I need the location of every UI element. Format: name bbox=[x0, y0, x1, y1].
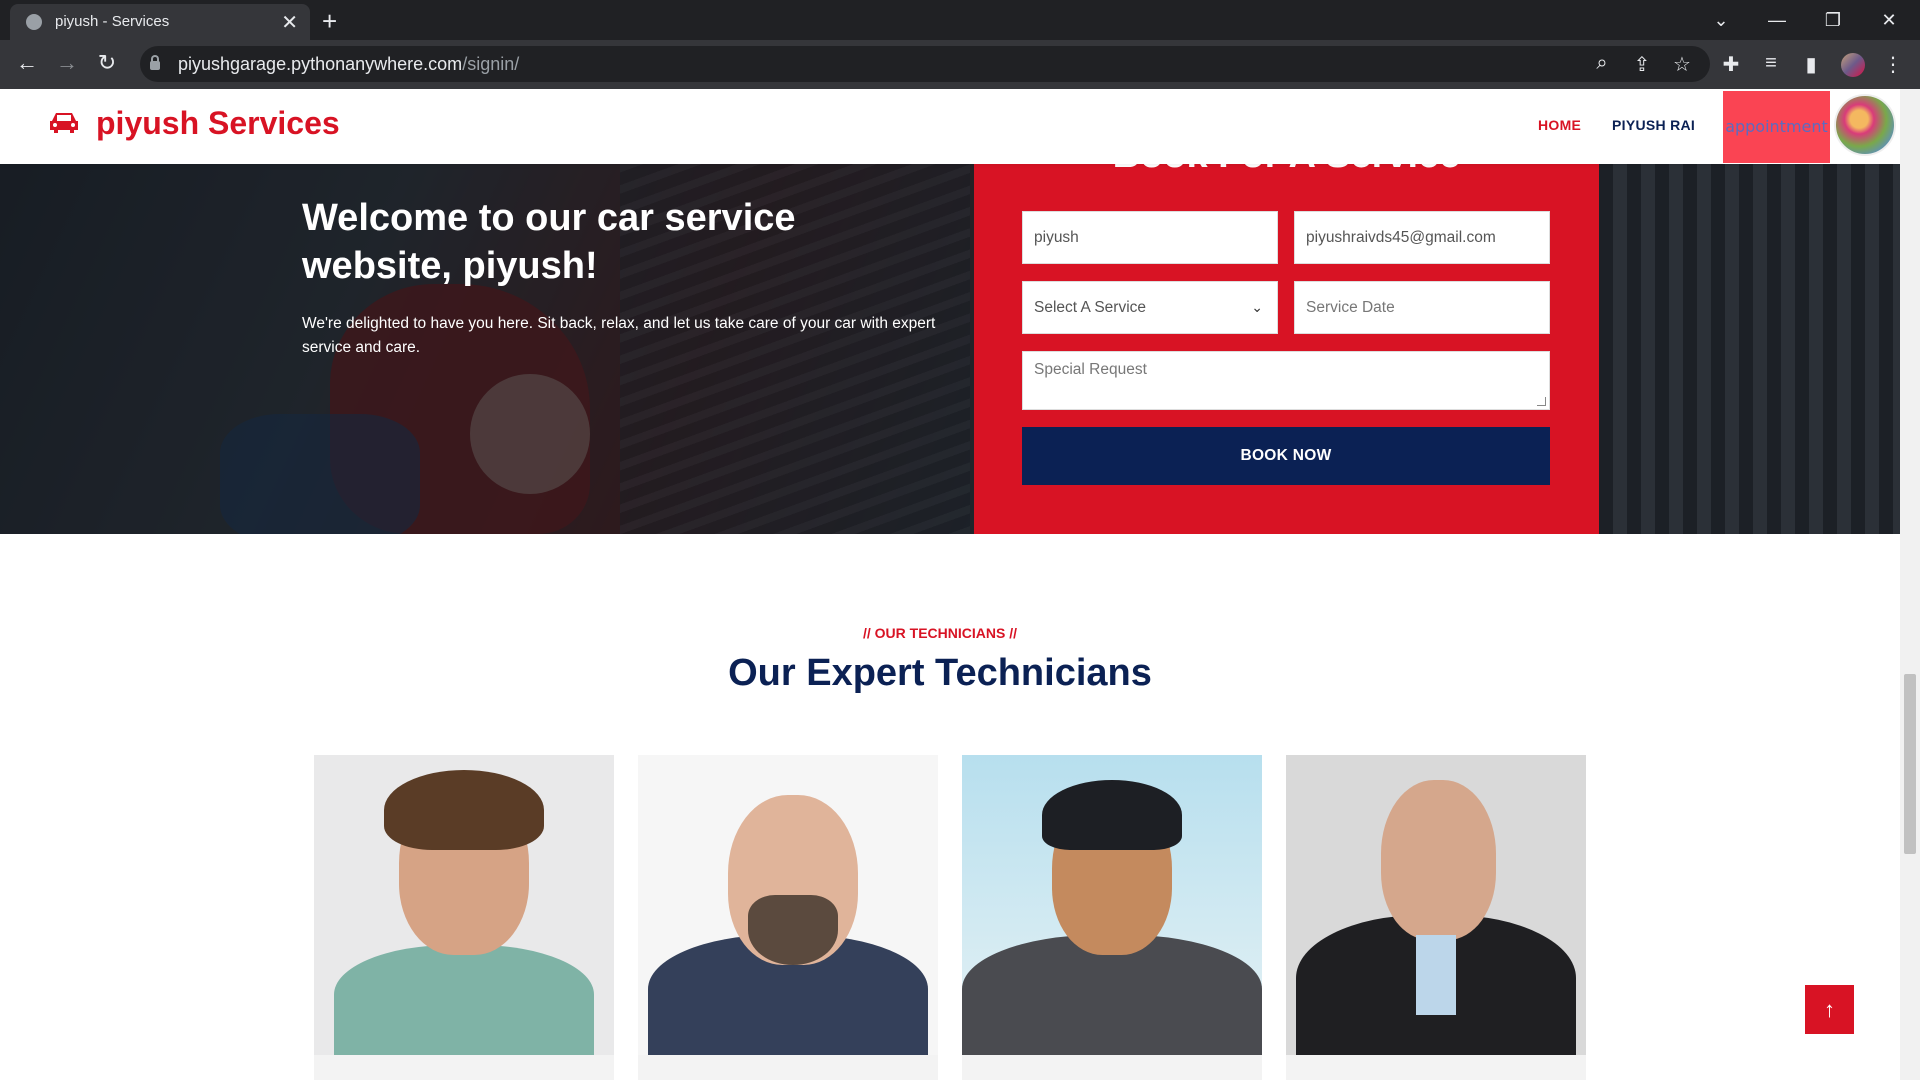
reload-icon[interactable]: ↻ bbox=[92, 50, 122, 76]
chevron-down-icon: ⌄ bbox=[1251, 299, 1263, 315]
hero-text: We're delighted to have you here. Sit ba… bbox=[302, 315, 936, 356]
hero-bg-right bbox=[1599, 164, 1900, 534]
technician-photo-4 bbox=[1286, 755, 1586, 1055]
side-panel-icon[interactable]: ▮ bbox=[1798, 52, 1824, 77]
back-icon[interactable]: ← bbox=[12, 50, 42, 76]
booking-form: Book For A Service piyush piyushraivds45… bbox=[974, 164, 1599, 534]
url-text[interactable]: piyushgarage.pythonanywhere.com/signin/ bbox=[178, 54, 519, 75]
tech-1-hair bbox=[384, 770, 544, 850]
technician-caption-3 bbox=[962, 1055, 1262, 1080]
tech-2-beard bbox=[748, 895, 838, 965]
technician-caption-4 bbox=[1286, 1055, 1586, 1080]
menu-icon[interactable]: ⋮ bbox=[1880, 52, 1906, 77]
zoom-icon[interactable]: ⌕ bbox=[1589, 52, 1615, 75]
extensions-icon[interactable]: ✚ bbox=[1718, 52, 1744, 77]
special-request-placeholder: Special Request bbox=[1034, 361, 1147, 378]
page-scrollbar[interactable] bbox=[1900, 89, 1920, 1080]
nav-home[interactable]: HOME bbox=[1538, 117, 1581, 133]
tech-4-tie bbox=[1416, 935, 1456, 1015]
car-icon bbox=[50, 113, 78, 133]
page: piyush Services HOME PIYUSH RAI appointm… bbox=[0, 89, 1900, 1080]
user-avatar[interactable] bbox=[1834, 94, 1896, 156]
arrow-up-icon: ↑ bbox=[1824, 997, 1835, 1022]
technician-caption-2 bbox=[638, 1055, 938, 1080]
site-header: piyush Services HOME PIYUSH RAI appointm… bbox=[0, 89, 1900, 164]
minimize-icon[interactable]: — bbox=[1749, 0, 1805, 40]
technician-photo-2 bbox=[638, 755, 938, 1055]
email-input[interactable]: piyushraivds45@gmail.com bbox=[1294, 211, 1550, 264]
tab-search-icon[interactable]: ⌄ bbox=[1693, 0, 1749, 40]
globe-icon bbox=[26, 14, 42, 30]
hero-bg-arm bbox=[220, 414, 420, 534]
hero-banner: Welcome to our car service website, piyu… bbox=[0, 164, 1900, 534]
section-title: Our Expert Technicians bbox=[728, 652, 1152, 694]
technician-photo-3 bbox=[962, 755, 1262, 1055]
share-icon[interactable]: ⇪ bbox=[1629, 52, 1655, 77]
resize-grip-icon[interactable] bbox=[1537, 397, 1546, 406]
technician-photo-1 bbox=[314, 755, 614, 1055]
bookmark-star-icon[interactable]: ☆ bbox=[1669, 52, 1695, 77]
tab-title: piyush - Services bbox=[55, 13, 170, 30]
name-input[interactable]: piyush bbox=[1022, 211, 1278, 264]
service-date-input[interactable]: Service Date bbox=[1294, 281, 1550, 334]
booking-title: Book For A Service bbox=[974, 164, 1599, 177]
special-request-textarea[interactable]: Special Request bbox=[1022, 351, 1550, 410]
new-tab-icon[interactable]: + bbox=[322, 6, 337, 37]
nav-appointment[interactable]: appointment bbox=[1723, 91, 1830, 163]
tech-4-face bbox=[1381, 780, 1496, 940]
technician-caption-1 bbox=[314, 1055, 614, 1080]
hero-title: Welcome to our car service website, piyu… bbox=[302, 197, 796, 287]
section-subtitle: // OUR TECHNICIANS // bbox=[862, 625, 1017, 641]
forward-icon[interactable]: → bbox=[52, 50, 82, 76]
brand-name[interactable]: piyush Services bbox=[96, 105, 340, 142]
address-bar-row: ← → ↻ piyushgarage.pythonanywhere.com/si… bbox=[0, 40, 1920, 89]
close-tab-icon[interactable]: ✕ bbox=[281, 10, 298, 35]
browser-tabbar: piyush - Services ✕ + ⌄ — ❐ ✕ bbox=[0, 0, 1920, 40]
browser-profile-avatar[interactable] bbox=[1841, 53, 1865, 77]
tech-1-shirt bbox=[334, 945, 594, 1055]
nav-user[interactable]: PIYUSH RAI bbox=[1612, 117, 1695, 133]
book-now-button[interactable]: BOOK NOW bbox=[1022, 427, 1550, 485]
tech-3-cap bbox=[1042, 780, 1182, 850]
scrollbar-thumb[interactable] bbox=[1904, 674, 1916, 854]
hero-bg-cap bbox=[470, 374, 590, 494]
back-to-top-button[interactable]: ↑ bbox=[1805, 985, 1854, 1034]
restore-icon[interactable]: ❐ bbox=[1805, 0, 1861, 40]
close-window-icon[interactable]: ✕ bbox=[1861, 0, 1917, 40]
browser-tab[interactable]: piyush - Services ✕ bbox=[10, 4, 310, 40]
media-icon[interactable]: ≡ bbox=[1758, 52, 1784, 75]
service-select[interactable]: Select A Service ⌄ bbox=[1022, 281, 1278, 334]
service-select-value: Select A Service bbox=[1034, 299, 1147, 316]
lock-icon[interactable] bbox=[150, 55, 160, 70]
